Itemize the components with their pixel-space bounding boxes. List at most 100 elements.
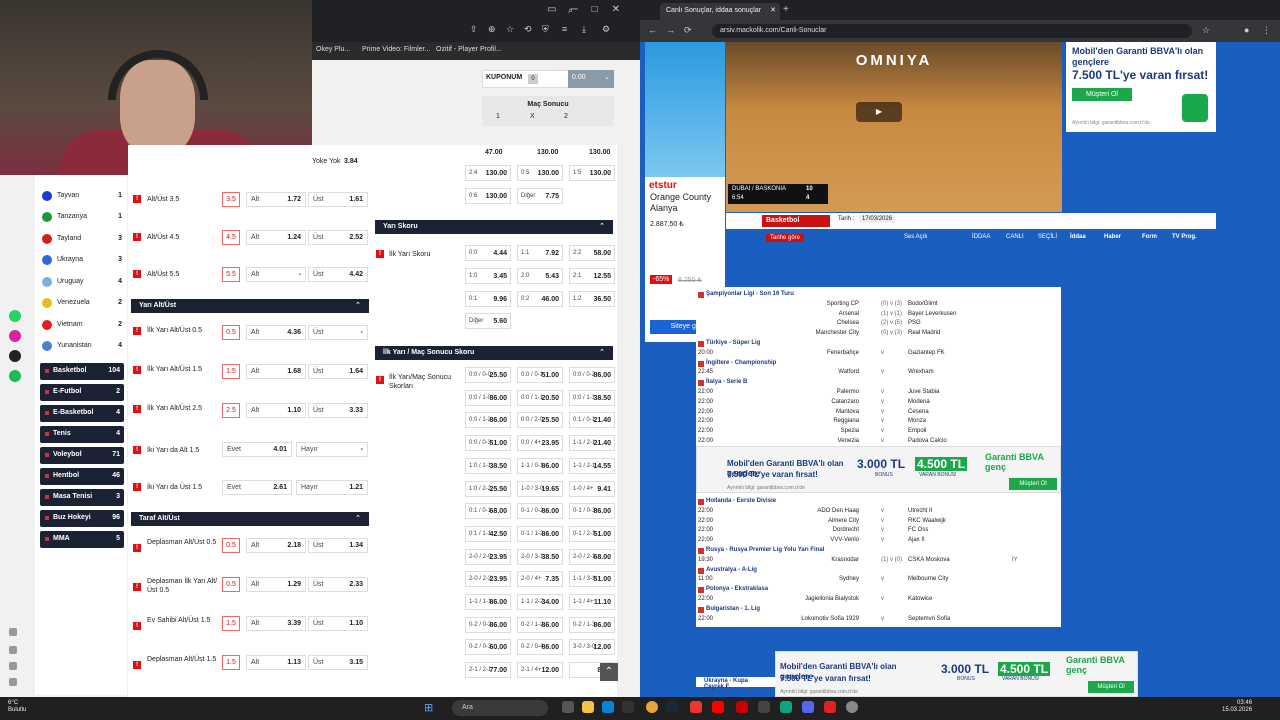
country-item[interactable]: Tayvan 1 xyxy=(40,186,124,206)
odd-ust[interactable]: Üst 3.33 xyxy=(308,403,368,418)
filter-canli[interactable]: CANLI xyxy=(1006,234,1024,240)
bookmark-item[interactable]: Ozitif - Player Profil... xyxy=(436,46,502,53)
partial-odd[interactable]: 130.00 xyxy=(589,148,610,157)
filter-sound[interactable]: Ses Açık xyxy=(904,234,927,240)
odd-cell[interactable]: 1-1 / 2-1 21.40 xyxy=(569,435,615,452)
bookmark-item[interactable]: Prime Video: Filmler... xyxy=(362,46,430,53)
match-row[interactable]: 22:00 Palermo v Juve Stabia xyxy=(696,388,1061,398)
sport-item-basketbol[interactable]: Basketbol 104 xyxy=(40,363,124,380)
sport-item-tenis[interactable]: Tenis 4 xyxy=(40,426,124,443)
odd-cell[interactable]: 1:5 130.00 xyxy=(569,165,615,181)
col-2-label[interactable]: 2 xyxy=(564,113,568,120)
tab-iddaa[interactable]: İddaa xyxy=(1070,234,1086,240)
partial-value[interactable]: 3.84 xyxy=(344,157,358,166)
odd-cell[interactable]: 1:0 / 2-2 25.50 xyxy=(465,480,511,497)
col-x-label[interactable]: X xyxy=(530,113,535,120)
odd-cell[interactable]: 0:0 / 0-1 51.00 xyxy=(517,367,563,383)
menu-icon[interactable]: ≡ xyxy=(562,24,567,34)
garanti-ad-top[interactable]: Mobil'den Garanti BBVA'lı olan gençlere … xyxy=(1066,42,1216,132)
odd-alt[interactable]: Alt 1.10 xyxy=(246,403,306,418)
right-scrollbar[interactable] xyxy=(1272,42,1280,697)
match-row[interactable]: 11:00 Sydney v Melbourne City xyxy=(696,575,1061,585)
date-value[interactable]: 17/03/2026 xyxy=(859,215,896,223)
odd-cell[interactable]: 3-0 / 3-0 12.00 xyxy=(569,639,615,656)
app-icon[interactable] xyxy=(758,701,770,713)
odd-cell[interactable]: 1-1 / 1-1 86.00 xyxy=(465,594,511,610)
odd-alt[interactable]: Alt - xyxy=(246,267,306,282)
odd-cell[interactable]: 0:0 / 4+ 23.95 xyxy=(517,435,563,452)
match-row[interactable]: 20:00 Fenerbahçe v Gaziantep FK xyxy=(696,349,1061,359)
sport-item-efutbol[interactable]: E-Futbol 2 xyxy=(40,384,124,401)
match-row[interactable]: 22:00 Mantova v Cesena xyxy=(696,408,1061,418)
odd-cell[interactable]: 2:2 58.00 xyxy=(569,245,615,261)
match-row[interactable]: 22:00 VVV-Venlo v Ajax II xyxy=(696,536,1061,546)
odd-ust[interactable]: Üst 1.10 xyxy=(308,616,368,631)
match-row[interactable]: 22:00 ADO Den Haag v Utrecht II xyxy=(696,507,1061,517)
chatgpt-icon[interactable] xyxy=(780,701,792,713)
country-item[interactable]: Vietnam 2 xyxy=(40,315,124,335)
back-icon[interactable]: ← xyxy=(648,25,657,35)
window-controls[interactable]: ▭─□✕ xyxy=(547,4,634,15)
odd-ust[interactable]: Üst 1.34 xyxy=(308,538,368,553)
match-row[interactable]: 22:00 Lokomotiv Sofia 1929 v Septemvri Sofi… xyxy=(696,615,1061,625)
sport-item-ebasketbol[interactable]: E-Basketbol 4 xyxy=(40,405,124,422)
profile-icon[interactable]: ● xyxy=(1244,25,1249,35)
instagram-icon[interactable] xyxy=(9,330,21,342)
odd-cell[interactable]: 0:5 130.00 xyxy=(517,165,563,181)
section-header-yari-skoru[interactable]: Yarı Skoru ⌃ xyxy=(375,220,613,234)
odd-alt[interactable]: Alt 1.24 xyxy=(246,230,306,245)
task-view-icon[interactable] xyxy=(562,701,574,713)
odd-cell[interactable]: 1-1 / 0-1 86.00 xyxy=(517,457,563,474)
match-row[interactable]: 22:45 Watford v Wrexham xyxy=(696,368,1061,378)
forward-icon[interactable]: → xyxy=(666,25,675,35)
odd-cell[interactable]: 2:4 130.00 xyxy=(465,165,511,181)
odd-alt[interactable]: Alt 2.18 xyxy=(246,538,306,553)
odd-cell[interactable]: 1:0 3.45 xyxy=(465,268,511,284)
odd-cell[interactable]: 2:0 5.43 xyxy=(517,268,563,284)
odd-ust[interactable]: Üst - xyxy=(308,325,368,340)
odd-cell[interactable]: 0:0 / 1-1 20.50 xyxy=(517,389,563,406)
file-explorer-icon[interactable] xyxy=(582,701,594,713)
sport-item-masa-tenisi[interactable]: Masa Tenisi 3 xyxy=(40,489,124,506)
odd-cell[interactable]: 0:0 / 0-2 86.00 xyxy=(569,367,615,383)
coupon-amount[interactable]: 0.00 ⌄ xyxy=(568,70,614,88)
odd-cell[interactable]: 1:1 7.92 xyxy=(517,245,563,261)
odd-alt[interactable]: Alt 4.36 xyxy=(246,325,306,340)
url-field[interactable]: arsiv.mackolik.com/Canli-Sonuclar xyxy=(712,24,1192,38)
odd-cell[interactable]: 0:0 4.44 xyxy=(465,245,511,261)
filter-iddaa[interactable]: İDDAA xyxy=(972,234,990,240)
odd-cell[interactable]: 1:2 36.50 xyxy=(569,291,615,307)
odd-cell[interactable]: 1-1 / 2-2 34.00 xyxy=(517,594,563,610)
musteri-ol-button[interactable]: Müşteri Ol xyxy=(1072,88,1132,101)
section-header-ilk-yari-mac-sonucu[interactable]: İlk Yarı / Maç Sonucu Skoru ⌃ xyxy=(375,346,613,360)
more-icon[interactable] xyxy=(9,678,17,686)
odd-cell[interactable]: 0:1 / 0-1 21.40 xyxy=(569,412,615,429)
odd-cell[interactable]: 0-2 / 0-3 60.00 xyxy=(465,639,511,656)
match-row[interactable]: 22:00 Spezia v Empoli xyxy=(696,427,1061,437)
odd-cell[interactable]: 0-1 / 1-2 86.00 xyxy=(517,525,563,542)
sport-item-hentbol[interactable]: Hentbol 46 xyxy=(40,468,124,485)
country-item[interactable]: Tayland 3 xyxy=(40,229,124,249)
match-row[interactable]: Sporting CP (0) v (3) Bodo/Glimt xyxy=(696,300,1061,310)
odd-cell[interactable]: 1-0 / 4+ 9.41 xyxy=(569,480,615,497)
match-row[interactable]: 22:00 Catanzaro v Modena xyxy=(696,398,1061,408)
match-row[interactable]: 22:00 Almere City v RKC Waalwijk xyxy=(696,517,1061,527)
odd-cell[interactable]: 2-1 / 4+ 12.00 xyxy=(517,662,563,679)
discord-icon[interactable] xyxy=(802,701,814,713)
sport-dropdown[interactable]: Basketbol xyxy=(762,215,830,227)
close-icon[interactable]: ✕ xyxy=(770,6,776,14)
x-icon[interactable] xyxy=(9,350,21,362)
country-item[interactable]: Venezuela 2 xyxy=(40,293,124,313)
shield-icon[interactable]: ⛨ xyxy=(542,24,549,35)
new-tab-icon[interactable]: + xyxy=(783,4,789,15)
heart-icon[interactable] xyxy=(9,628,17,636)
store-icon[interactable] xyxy=(622,701,634,713)
odd-ust[interactable]: Üst 4.42 xyxy=(308,267,368,282)
share-icon[interactable]: ⇪ xyxy=(470,24,478,35)
odd-hayir[interactable]: Hayır 1.21 xyxy=(296,480,368,495)
musteri-ol-button[interactable]: Müşteri Ol xyxy=(1088,681,1134,693)
odd-alt[interactable]: Alt 1.68 xyxy=(246,364,306,379)
match-row[interactable]: 22:00 Dordrecht v FC Oss xyxy=(696,526,1061,536)
odd-cell[interactable]: 0:0 / 0-3 51.00 xyxy=(465,435,511,452)
garanti-ad-mid[interactable]: Mobil'den Garanti BBVA'lı olan gençlere … xyxy=(696,446,1061,493)
